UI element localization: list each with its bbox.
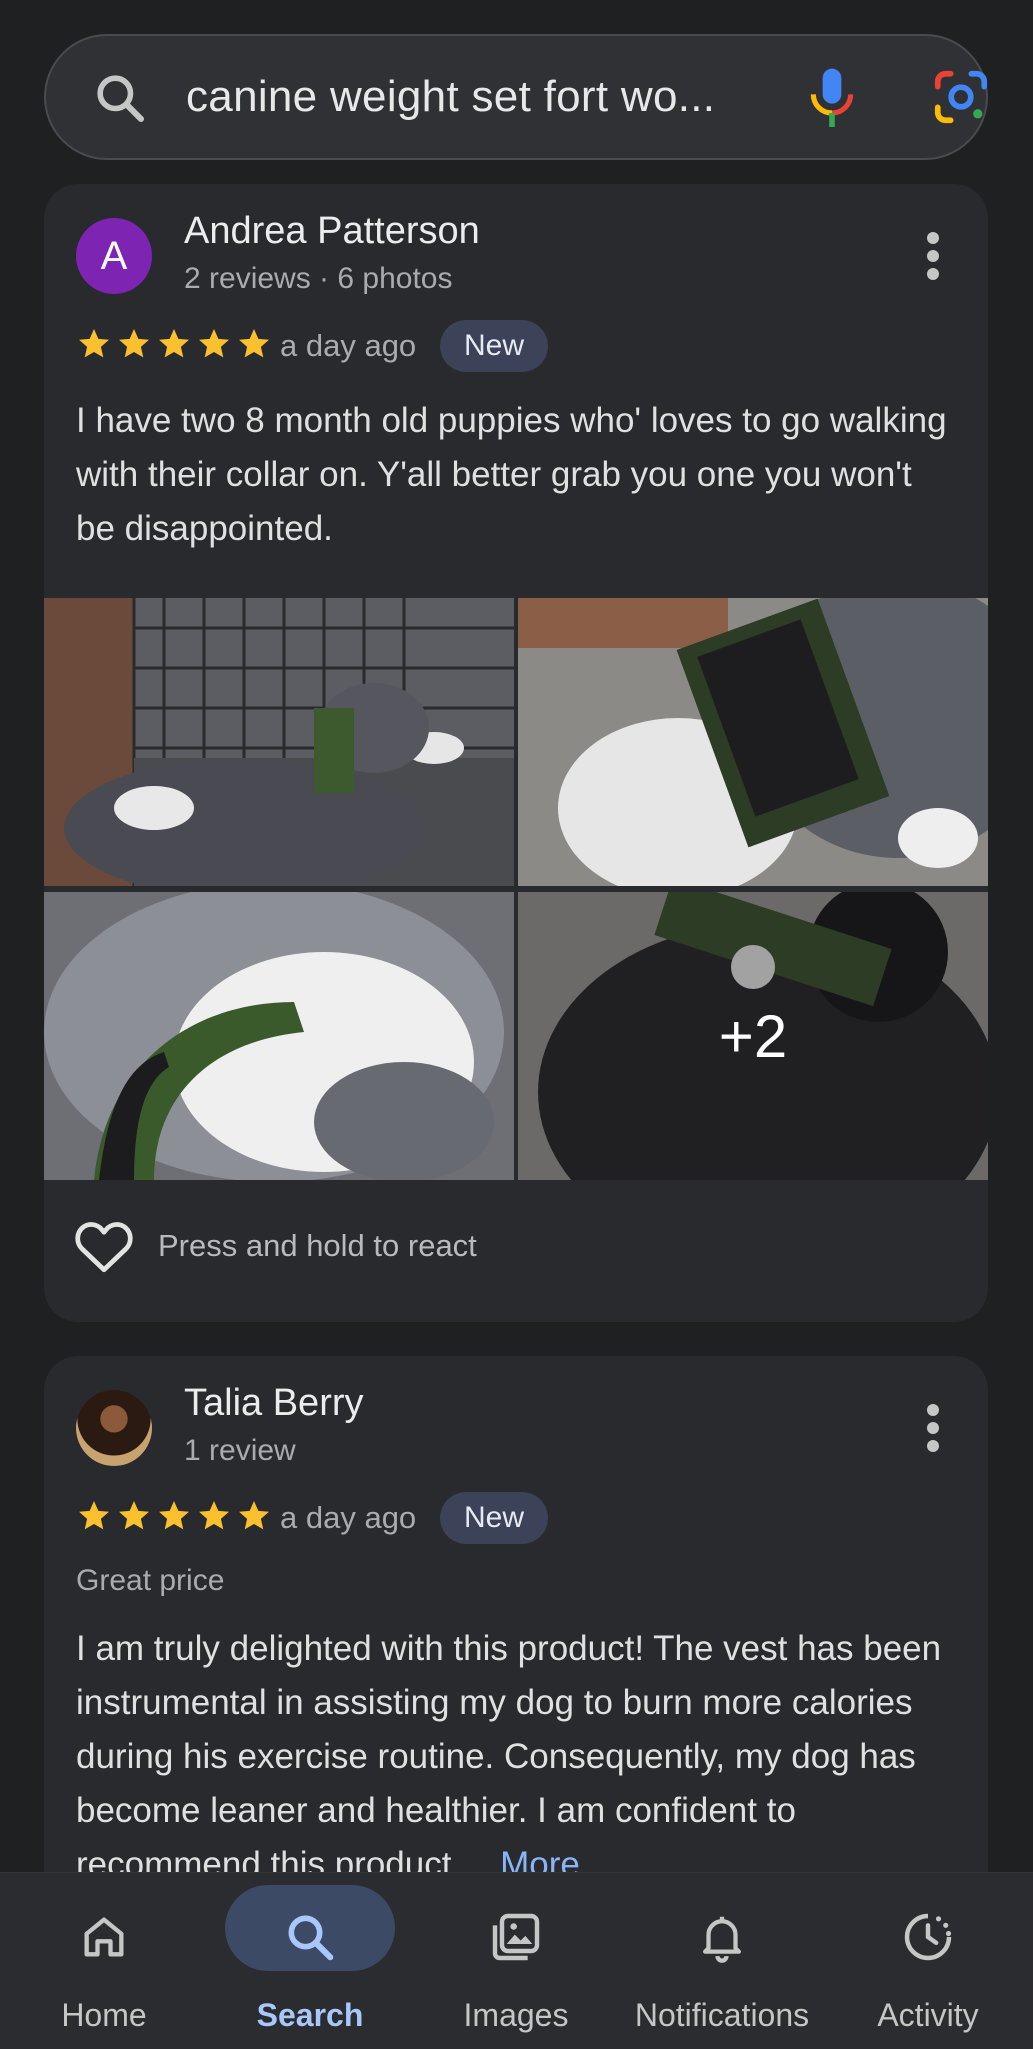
nav-notifications[interactable]: Notifications	[622, 1873, 822, 2049]
star-icon	[239, 329, 269, 358]
review-card: A Andrea Patterson 2 reviews · 6 photos …	[44, 184, 988, 1322]
star-icon	[199, 1501, 229, 1530]
nav-notifications-label: Notifications	[634, 1997, 810, 2033]
more-options-icon[interactable]	[926, 232, 940, 280]
reviewer-name[interactable]: Andrea Patterson	[184, 210, 480, 253]
nav-activity-label: Activity	[877, 1997, 979, 2033]
nav-home[interactable]: Home	[4, 1873, 204, 2049]
review-photo[interactable]	[44, 598, 514, 886]
images-icon	[492, 1913, 540, 1961]
more-photos-count: +2	[518, 892, 988, 1180]
nav-home-label: Home	[61, 1997, 147, 2033]
star-rating	[76, 326, 276, 366]
review-card: Talia Berry 1 review a day ago New Great…	[44, 1356, 988, 1956]
heart-icon	[75, 1222, 133, 1273]
search-icon	[288, 1915, 334, 1961]
review-photo[interactable]	[518, 598, 988, 886]
review-highlight: Great price	[76, 1564, 225, 1597]
nav-search[interactable]: Search	[210, 1873, 410, 2049]
star-icon	[159, 329, 189, 358]
star-icon	[159, 1501, 189, 1530]
activity-icon	[904, 1913, 952, 1961]
nav-images-label: Images	[463, 1997, 569, 2033]
star-icon	[119, 329, 149, 358]
reviewer-meta: 2 reviews · 6 photos	[184, 262, 453, 295]
review-text: I am truly delighted with this product! …	[76, 1622, 956, 1892]
search-icon	[97, 75, 145, 123]
bell-icon	[702, 1916, 742, 1963]
avatar[interactable]	[76, 1390, 152, 1466]
react-label: Press and hold to react	[158, 1228, 477, 1263]
new-badge: New	[440, 1492, 549, 1544]
more-options-icon[interactable]	[926, 1404, 940, 1452]
review-time: a day ago	[280, 1500, 417, 1535]
google-lens-icon[interactable]	[930, 66, 992, 128]
reviewer-name[interactable]: Talia Berry	[184, 1382, 364, 1425]
reviewer-meta: 1 review	[184, 1434, 296, 1467]
star-icon	[79, 329, 109, 358]
nav-search-label: Search	[256, 1997, 364, 2033]
nav-activity[interactable]: Activity	[828, 1873, 1028, 2049]
star-icon	[119, 1501, 149, 1530]
bottom-navigation: Home Search Images Notifications Activit…	[0, 1872, 1033, 2049]
review-photo[interactable]: +2	[518, 892, 988, 1180]
react-button[interactable]: Press and hold to react	[74, 1218, 477, 1274]
review-photo[interactable]	[44, 892, 514, 1180]
microphone-icon[interactable]	[804, 66, 860, 132]
search-query[interactable]: canine weight set fort wo...	[186, 72, 715, 122]
star-rating	[76, 1498, 276, 1538]
home-icon	[84, 1917, 124, 1957]
review-time: a day ago	[280, 328, 417, 363]
new-badge: New	[440, 320, 549, 372]
nav-images[interactable]: Images	[416, 1873, 616, 2049]
search-bar[interactable]: canine weight set fort wo...	[44, 34, 988, 160]
star-icon	[199, 329, 229, 358]
star-icon	[239, 1501, 269, 1530]
review-text: I have two 8 month old puppies who' love…	[76, 401, 947, 548]
avatar[interactable]: A	[76, 218, 152, 294]
star-icon	[79, 1501, 109, 1530]
review-photos: +2	[44, 598, 988, 1180]
